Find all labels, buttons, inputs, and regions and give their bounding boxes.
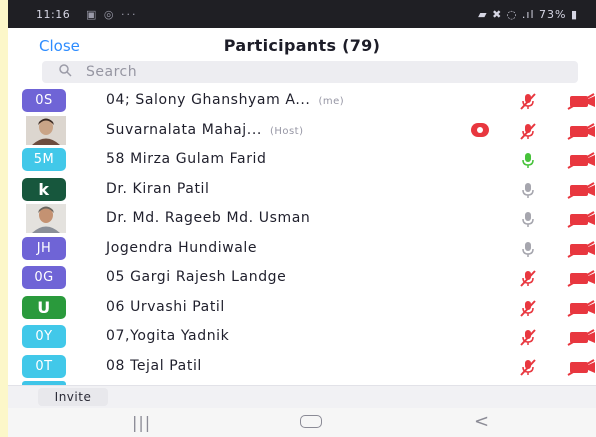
invite-button[interactable]: Invite [38, 388, 108, 406]
avatar-photo [26, 115, 66, 145]
participant-name-text: Dr. Kiran Patil [106, 180, 210, 197]
video-off-icon[interactable] [564, 239, 596, 259]
recording-icon [471, 122, 489, 137]
status-time: 11:16 [36, 8, 71, 21]
participant-name: 05 Gargi Rajesh Landge [106, 269, 286, 285]
mic-muted-icon[interactable] [518, 268, 538, 288]
mic-muted-icon[interactable] [518, 121, 538, 141]
search-icon [58, 63, 72, 81]
status-bar: 11:16 ▣ ◎ ··· ▰ ✖ ◌ .ıl 73% ▮ [8, 0, 596, 28]
participant-name-text: 07,Yogita Yadnik [106, 328, 230, 344]
mic-icon[interactable] [518, 209, 538, 229]
participant-row[interactable]: 0T 08 Tejal Patil [8, 352, 596, 382]
participant-name: Dr. Md. Rageeb Md. Usman [106, 210, 310, 226]
mic-muted-icon[interactable] [518, 91, 538, 111]
video-off-icon[interactable] [564, 91, 596, 111]
mic-muted-icon[interactable] [518, 357, 538, 377]
back-icon[interactable]: < [474, 411, 489, 432]
zoom-participants-screen: 11:16 ▣ ◎ ··· ▰ ✖ ◌ .ıl 73% ▮ Participan… [8, 0, 596, 437]
video-off-icon[interactable] [564, 180, 596, 200]
participant-name: 58 Mirza Gulam Farid [106, 151, 267, 167]
participant-name: Jogendra Hundiwale [106, 240, 257, 256]
participant-name: 06 Urvashi Patil [106, 299, 225, 315]
recents-icon[interactable]: ||| [132, 413, 151, 432]
avatar-initials: 5M [22, 148, 66, 171]
close-button[interactable]: Close [39, 37, 80, 55]
participant-role-tag: (me) [318, 96, 345, 107]
mic-on-icon[interactable] [518, 150, 538, 170]
mic-muted-icon[interactable] [518, 298, 538, 318]
participant-name: Dr. Kiran Patil [106, 181, 210, 197]
participant-row[interactable]: Dr. Md. Rageeb Md. Usman [8, 204, 596, 234]
home-icon[interactable] [300, 415, 322, 428]
participant-row[interactable]: JH Jogendra Hundiwale [8, 234, 596, 264]
participant-row[interactable]: 0Y 07,Yogita Yadnik [8, 322, 596, 352]
participant-row[interactable]: 0G 05 Gargi Rajesh Landge [8, 263, 596, 293]
participant-list: 0S 04; Salony Ghanshyam A... (me) Suvarnala… [8, 86, 596, 381]
participant-name-text: 04; Salony Ghanshyam A... [106, 92, 311, 108]
participant-row[interactable]: 5M 58 Mirza Gulam Farid [8, 145, 596, 175]
participant-row[interactable]: 0S 04; Salony Ghanshyam A... (me) [8, 86, 596, 116]
video-off-icon[interactable] [564, 121, 596, 141]
search-input[interactable]: Search [42, 61, 578, 83]
avatar-initials: U [22, 295, 66, 319]
video-off-icon[interactable] [564, 268, 596, 288]
participant-name-text: Suvarnalata Mahaj... [106, 121, 262, 138]
participant-name: 04; Salony Ghanshyam A... (me) [106, 92, 344, 108]
video-off-icon[interactable] [564, 357, 596, 377]
avatar-initials: 0T [22, 354, 66, 378]
participant-name-text: 58 Mirza Gulam Farid [106, 151, 267, 167]
participant-row[interactable]: U 06 Urvashi Patil [8, 293, 596, 323]
participant-row[interactable]: Suvarnalata Mahaj... (Host) [8, 115, 596, 146]
avatar-initials: 0S [22, 89, 66, 112]
avatar-initials: 0Y [22, 325, 66, 348]
android-nav-bar: ||| < [8, 408, 596, 437]
mic-muted-icon[interactable] [518, 327, 538, 347]
mic-icon[interactable] [518, 180, 538, 200]
participant-name: 08 Tejal Patil [106, 358, 202, 374]
header: Participants (79) Close [8, 28, 596, 62]
participant-name-text: Dr. Md. Rageeb Md. Usman [106, 210, 311, 226]
search-placeholder: Search [86, 64, 138, 80]
participant-role-tag: (Host) [269, 125, 304, 137]
participant-name: Suvarnalata Mahaj... (Host) [106, 122, 304, 138]
page-title: Participants (79) [223, 36, 381, 55]
video-off-icon[interactable] [564, 298, 596, 318]
mic-icon[interactable] [518, 239, 538, 259]
system-status-icons: ▰ ✖ ◌ .ıl 73% ▮ [478, 8, 578, 21]
participant-name-text: 05 Gargi Rajesh Landge [106, 269, 287, 285]
notification-icons: ▣ ◎ ··· [86, 8, 138, 21]
avatar-photo [26, 204, 66, 233]
avatar-initials: 0G [22, 266, 66, 289]
video-off-icon[interactable] [564, 327, 596, 347]
participant-name-text: Jogendra Hundiwale [106, 239, 258, 256]
participant-row[interactable]: k Dr. Kiran Patil [8, 175, 596, 205]
avatar-initials: k [22, 177, 66, 201]
participant-name: 07,Yogita Yadnik [106, 328, 229, 344]
video-off-icon[interactable] [564, 150, 596, 170]
avatar-initials: JH [22, 236, 66, 260]
participant-name-text: 06 Urvashi Patil [106, 298, 225, 315]
video-off-icon[interactable] [564, 209, 596, 229]
participant-name-text: 08 Tejal Patil [106, 357, 202, 374]
